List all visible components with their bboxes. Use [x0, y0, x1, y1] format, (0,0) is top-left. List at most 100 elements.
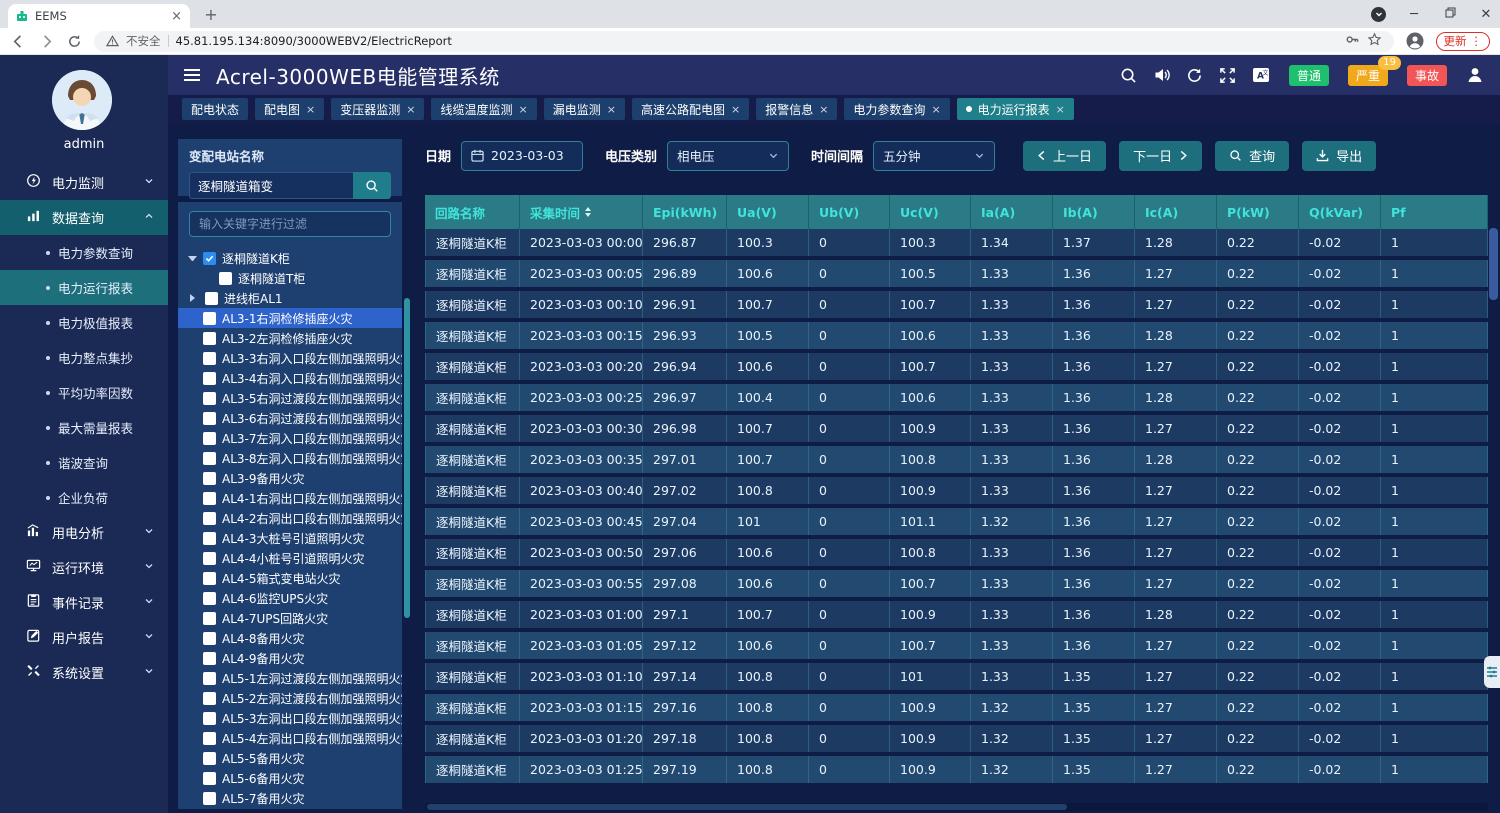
- table-row-15[interactable]: 逐桐隧道K柜2023-03-03 01:10297.14100.801011.3…: [425, 663, 1488, 690]
- tab-close-icon[interactable]: ×: [607, 103, 616, 116]
- table-row-8[interactable]: 逐桐隧道K柜2023-03-03 00:35297.01100.70100.81…: [425, 446, 1488, 473]
- tab-9[interactable]: 电力运行报表×: [957, 98, 1074, 120]
- voltage-type-select[interactable]: 相电压: [667, 141, 789, 171]
- column-header-1[interactable]: 回路名称: [425, 195, 520, 229]
- tree-node-10[interactable]: AL3-7左洞入口段左侧加强照明火灾: [178, 428, 402, 448]
- column-header-4[interactable]: Ua(V): [727, 195, 809, 229]
- forward-icon[interactable]: [38, 33, 54, 49]
- tree-checkbox[interactable]: [205, 292, 218, 305]
- bookmark-star-icon[interactable]: [1367, 32, 1382, 51]
- tree-checkbox[interactable]: [203, 632, 216, 645]
- tree-node-15[interactable]: AL4-3大桩号引道照明火灾: [178, 528, 402, 548]
- browser-update-indicator-icon[interactable]: [1371, 7, 1386, 22]
- table-row-12[interactable]: 逐桐隧道K柜2023-03-03 00:55297.08100.60100.71…: [425, 570, 1488, 597]
- tab-close-icon[interactable]: ×: [406, 103, 415, 116]
- tree-node-2[interactable]: 逐桐隧道T柜: [178, 268, 402, 288]
- tree-node-27[interactable]: AL5-6备用火灾: [178, 768, 402, 788]
- tree-node-20[interactable]: AL4-8备用火灾: [178, 628, 402, 648]
- tree-node-26[interactable]: AL5-5备用火灾: [178, 748, 402, 768]
- tree-checkbox[interactable]: [203, 772, 216, 785]
- export-button[interactable]: 导出: [1302, 141, 1376, 171]
- sidebar-item-2[interactable]: 数据查询: [0, 200, 168, 235]
- tree-filter-input[interactable]: [189, 211, 391, 237]
- table-row-14[interactable]: 逐桐隧道K柜2023-03-03 01:05297.12100.60100.71…: [425, 632, 1488, 659]
- speaker-icon[interactable]: [1153, 66, 1171, 84]
- user-icon[interactable]: [1466, 66, 1484, 84]
- tree-checkbox[interactable]: [203, 332, 216, 345]
- tree-checkbox[interactable]: [203, 512, 216, 525]
- tab-close-icon[interactable]: ×: [519, 103, 528, 116]
- sidebar-item-1[interactable]: 电力监测: [0, 165, 168, 200]
- tree-node-16[interactable]: AL4-4小桩号引道照明火灾: [178, 548, 402, 568]
- tree-node-23[interactable]: AL5-2左洞过渡段右侧加强照明火灾: [178, 688, 402, 708]
- column-header-5[interactable]: Ub(V): [809, 195, 890, 229]
- tree-checkbox[interactable]: [203, 312, 216, 325]
- table-row-18[interactable]: 逐桐隧道K柜2023-03-03 01:25297.19100.80100.91…: [425, 756, 1488, 783]
- address-bar[interactable]: 不安全 45.81.195.134:8090/3000WEBV2/Electri…: [94, 31, 1394, 52]
- scrollbar-thumb[interactable]: [1489, 228, 1498, 300]
- tab-close-icon[interactable]: ×: [931, 103, 940, 116]
- sidebar-item-7[interactable]: 系统设置: [0, 655, 168, 690]
- password-key-icon[interactable]: [1345, 32, 1360, 51]
- sidebar-subitem-4[interactable]: 电力整点集抄: [0, 340, 168, 375]
- tree-node-6[interactable]: AL3-3右洞入口段左侧加强照明火灾: [178, 348, 402, 368]
- hamburger-menu-icon[interactable]: [184, 69, 200, 81]
- sidebar-item-4[interactable]: 运行环境: [0, 550, 168, 585]
- table-horizontal-scrollbar[interactable]: [425, 803, 1488, 811]
- tree-checkbox[interactable]: [203, 252, 216, 265]
- tab-close-icon[interactable]: ×: [1056, 103, 1065, 116]
- tree-checkbox[interactable]: [203, 532, 216, 545]
- tree-checkbox[interactable]: [203, 352, 216, 365]
- table-row-10[interactable]: 逐桐隧道K柜2023-03-03 00:45297.041010101.11.3…: [425, 508, 1488, 535]
- tree-checkbox[interactable]: [203, 712, 216, 725]
- sidebar-subitem-5[interactable]: 平均功率因数: [0, 375, 168, 410]
- table-row-17[interactable]: 逐桐隧道K柜2023-03-03 01:20297.18100.80100.91…: [425, 725, 1488, 752]
- tree-checkbox[interactable]: [203, 672, 216, 685]
- column-header-8[interactable]: Ib(A): [1053, 195, 1135, 229]
- tree-node-9[interactable]: AL3-6右洞过渡段右侧加强照明火灾: [178, 408, 402, 428]
- station-search-button[interactable]: [353, 172, 391, 199]
- tree-checkbox[interactable]: [203, 552, 216, 565]
- tab-close-icon[interactable]: ×: [819, 103, 828, 116]
- tree-node-11[interactable]: AL3-8左洞入口段右侧加强照明火灾: [178, 448, 402, 468]
- sidebar-item-5[interactable]: 事件记录: [0, 585, 168, 620]
- sidebar-subitem-3[interactable]: 电力极值报表: [0, 305, 168, 340]
- tab-4[interactable]: 线缆温度监测×: [431, 98, 536, 120]
- column-header-2[interactable]: 采集时间: [520, 195, 643, 229]
- sidebar-subitem-7[interactable]: 谐波查询: [0, 445, 168, 480]
- table-row-4[interactable]: 逐桐隧道K柜2023-03-03 00:15296.93100.50100.61…: [425, 322, 1488, 349]
- interval-select[interactable]: 五分钟: [873, 141, 995, 171]
- sidebar-subitem-8[interactable]: 企业负荷: [0, 480, 168, 515]
- new-tab-button[interactable]: +: [200, 5, 222, 27]
- table-row-3[interactable]: 逐桐隧道K柜2023-03-03 00:10296.91100.70100.71…: [425, 291, 1488, 318]
- alarm-badge-3[interactable]: 事故: [1407, 65, 1447, 86]
- tree-node-7[interactable]: AL3-4右洞入口段右侧加强照明火灾: [178, 368, 402, 388]
- tree-node-4[interactable]: AL3-1右洞检修插座火灾: [178, 308, 402, 328]
- tree-node-19[interactable]: AL4-7UPS回路火灾: [178, 608, 402, 628]
- translate-icon[interactable]: A文: [1252, 66, 1270, 84]
- tree-node-8[interactable]: AL3-5右洞过渡段左侧加强照明火灾: [178, 388, 402, 408]
- tree-node-18[interactable]: AL4-6监控UPS火灾: [178, 588, 402, 608]
- tree-scrollbar[interactable]: [404, 298, 410, 618]
- date-picker[interactable]: 2023-03-03: [461, 141, 583, 171]
- tree-node-3[interactable]: 进线柜AL1: [178, 288, 402, 308]
- column-header-3[interactable]: Epi(kWh): [643, 195, 727, 229]
- tree-node-17[interactable]: AL4-5箱式变电站火灾: [178, 568, 402, 588]
- tree-node-28[interactable]: AL5-7备用火灾: [178, 788, 402, 808]
- tree-checkbox[interactable]: [203, 432, 216, 445]
- caret-right-icon[interactable]: [190, 294, 199, 302]
- tree-node-5[interactable]: AL3-2左洞检修插座火灾: [178, 328, 402, 348]
- station-search-input[interactable]: [189, 172, 353, 199]
- close-button[interactable]: ✕: [1478, 7, 1494, 22]
- query-button[interactable]: 查询: [1215, 141, 1289, 171]
- alarm-badge-2[interactable]: 严重19: [1348, 65, 1388, 86]
- tab-3[interactable]: 变压器监测×: [331, 98, 424, 120]
- restore-button[interactable]: [1442, 7, 1458, 22]
- table-row-1[interactable]: 逐桐隧道K柜2023-03-03 00:00296.87100.30100.31…: [425, 229, 1488, 256]
- table-row-13[interactable]: 逐桐隧道K柜2023-03-03 01:00297.1100.70100.91.…: [425, 601, 1488, 628]
- sidebar-item-3[interactable]: 用电分析: [0, 515, 168, 550]
- tree-checkbox[interactable]: [203, 472, 216, 485]
- tree-node-24[interactable]: AL5-3左洞出口段左侧加强照明火灾: [178, 708, 402, 728]
- fullscreen-icon[interactable]: [1219, 66, 1237, 84]
- column-header-12[interactable]: Pf: [1381, 195, 1488, 229]
